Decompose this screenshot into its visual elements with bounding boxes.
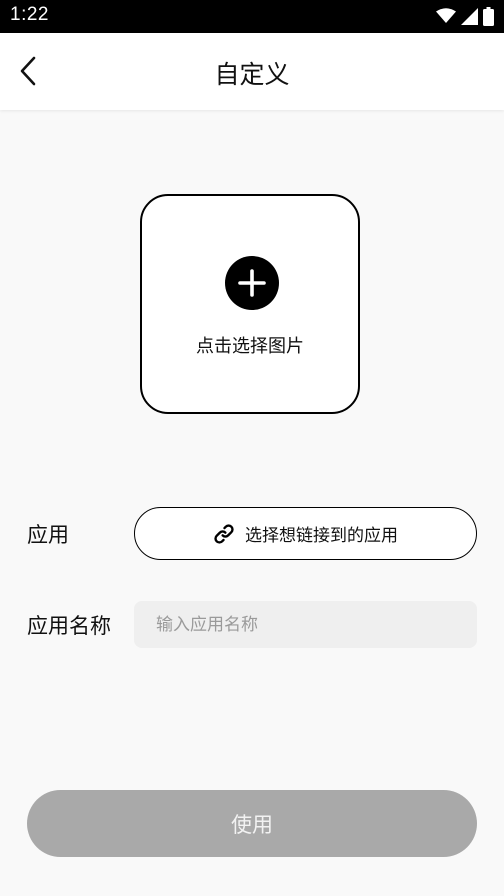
link-icon	[214, 523, 234, 544]
status-icons	[436, 6, 494, 26]
app-name-input[interactable]	[134, 601, 477, 648]
app-label: 应用	[27, 523, 69, 547]
image-picker-label: 点击选择图片	[196, 336, 304, 357]
status-time: 1:22	[10, 4, 49, 25]
select-app-button[interactable]: 选择想链接到的应用	[134, 507, 477, 560]
app-bar: 自定义	[0, 33, 504, 110]
app-name-label: 应用名称	[27, 614, 111, 638]
plus-circle-icon	[225, 256, 279, 310]
image-picker[interactable]: 点击选择图片	[140, 194, 360, 414]
signal-icon	[461, 7, 478, 25]
select-app-label: 选择想链接到的应用	[245, 526, 398, 546]
status-bar: 1:22	[0, 0, 504, 33]
wifi-icon	[436, 8, 456, 23]
page-title: 自定义	[214, 60, 290, 89]
battery-icon	[483, 6, 494, 26]
use-button[interactable]: 使用	[27, 790, 477, 857]
